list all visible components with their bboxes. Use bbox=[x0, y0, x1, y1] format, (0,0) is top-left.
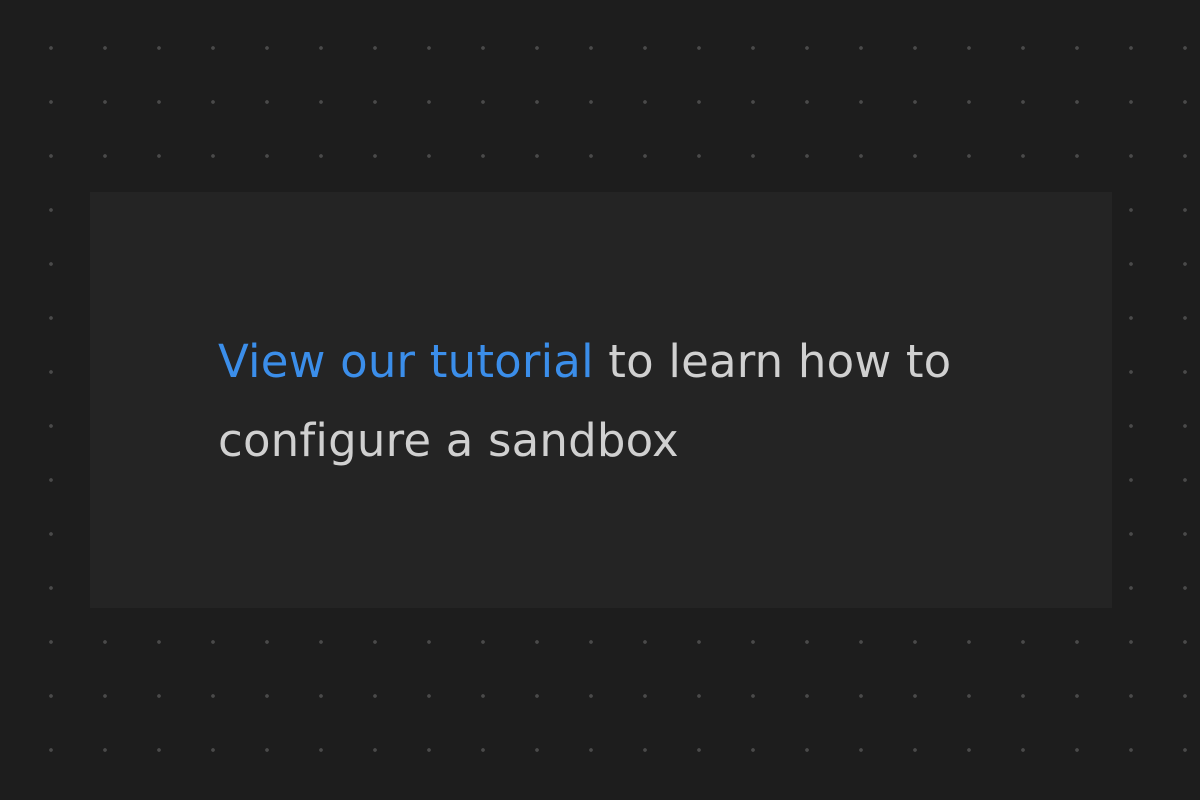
empty-state-panel: View our tutorial to learn how to config… bbox=[90, 192, 1112, 608]
empty-state-message: View our tutorial to learn how to config… bbox=[218, 322, 998, 480]
dotted-canvas-background: View our tutorial to learn how to config… bbox=[0, 0, 1200, 800]
tutorial-link[interactable]: View our tutorial bbox=[218, 335, 594, 388]
